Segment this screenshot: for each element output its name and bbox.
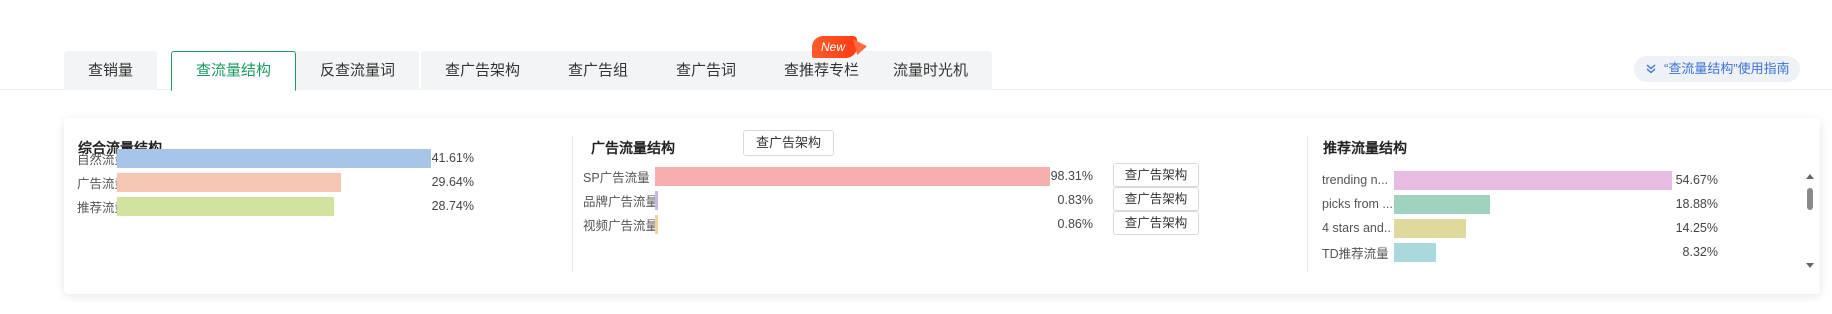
ad-traffic-section: 广告流量结构 查广告架构 SP广告流量 98.31% 查广告架构 品牌广告流量 0.83… bbox=[572, 130, 1307, 272]
recommend-row: picks from ... 18.88% bbox=[1308, 194, 1808, 214]
overall-row-percent: 41.61% bbox=[431, 151, 474, 165]
recommend-bar-track bbox=[1394, 218, 1672, 238]
recommend-list-viewport[interactable]: trending n... 54.67% picks from ... 18.88% 4… bbox=[1308, 164, 1808, 272]
overall-row-percent: 29.64% bbox=[431, 175, 474, 189]
recommend-scrollbar[interactable] bbox=[1806, 174, 1814, 268]
recommend-row: trending n... 54.67% bbox=[1308, 170, 1808, 190]
recommend-row-percent: 54.67% bbox=[1675, 173, 1718, 187]
recommend-row-percent: 14.25% bbox=[1675, 221, 1718, 235]
ads-row-label: 品牌广告流量 bbox=[583, 194, 659, 209]
overall-row: 广告流量 29.64% bbox=[64, 172, 572, 192]
recommend-row: 4 stars and... 14.25% bbox=[1308, 218, 1808, 238]
new-badge-label: New bbox=[821, 40, 846, 54]
recommend-row-label: TD推荐流量 bbox=[1322, 246, 1389, 261]
recommend-bar bbox=[1394, 170, 1672, 190]
overall-bar-track bbox=[117, 148, 431, 168]
ads-bar-track bbox=[655, 190, 1057, 210]
ad-traffic-title: 广告流量结构 bbox=[591, 140, 675, 156]
ads-row: SP广告流量 98.31% 查广告架构 bbox=[583, 163, 1328, 187]
ads-row-percent: 0.83% bbox=[1057, 193, 1093, 207]
tab-ad-structure[interactable]: 查广告架构 bbox=[421, 51, 544, 90]
traffic-structure-panel: 综合流量结构 自然流量41.61%广告流量29.64%推荐流量28.74% 广告… bbox=[64, 118, 1820, 294]
check-ad-structure-row-button[interactable]: 查广告架构 bbox=[1113, 187, 1199, 211]
tab-group-traffic: 查流量结构 反查流量词 bbox=[171, 51, 420, 91]
recommend-bar-track bbox=[1394, 194, 1672, 214]
overall-row-percent: 28.74% bbox=[431, 199, 474, 213]
overall-bar bbox=[117, 196, 334, 216]
overall-traffic-section: 综合流量结构 自然流量41.61%广告流量29.64%推荐流量28.74% bbox=[64, 118, 572, 294]
recommend-row-label: trending n... bbox=[1322, 173, 1389, 187]
recommend-bar bbox=[1394, 218, 1467, 238]
ads-bar-track bbox=[655, 214, 1057, 234]
tab-group-sales: 查销量 bbox=[64, 51, 158, 90]
overall-row: 自然流量 41.61% bbox=[64, 148, 572, 168]
ads-row-label: SP广告流量 bbox=[583, 170, 650, 185]
recommend-row-percent: 8.32% bbox=[1682, 245, 1718, 259]
scroll-down-arrow-icon[interactable] bbox=[1806, 263, 1814, 268]
ads-bar bbox=[655, 214, 659, 234]
recommend-row-label: 4 stars and... bbox=[1322, 221, 1392, 235]
check-ad-structure-row-button[interactable]: 查广告架构 bbox=[1113, 211, 1199, 235]
scroll-up-arrow-icon[interactable] bbox=[1806, 174, 1814, 179]
ads-bar-track bbox=[655, 166, 1057, 186]
tab-check-sales[interactable]: 查销量 bbox=[64, 51, 157, 90]
tab-traffic-structure[interactable]: 查流量结构 bbox=[171, 51, 297, 91]
recommend-row-label: picks from ... bbox=[1322, 197, 1392, 211]
tab-ad-words[interactable]: 查广告词 bbox=[652, 51, 760, 90]
usage-guide-link[interactable]: “查流量结构”使用指南 bbox=[1634, 56, 1800, 82]
overall-row: 推荐流量 28.74% bbox=[64, 196, 572, 216]
overall-bar bbox=[117, 148, 431, 168]
ads-row-label: 视频广告流量 bbox=[583, 218, 659, 233]
recommend-bar-track bbox=[1394, 242, 1672, 262]
recommend-bar-track bbox=[1394, 170, 1672, 190]
ads-row-percent: 98.31% bbox=[1050, 169, 1093, 183]
recommend-traffic-title: 推荐流量结构 bbox=[1323, 140, 1407, 156]
ads-row: 品牌广告流量 0.83% 查广告架构 bbox=[583, 187, 1328, 211]
recommend-traffic-section: 推荐流量结构 trending n... 54.67% picks from ...… bbox=[1307, 136, 1820, 272]
overall-bar bbox=[117, 172, 341, 192]
tab-traffic-time-machine[interactable]: 流量时光机 bbox=[869, 51, 992, 90]
recommend-row: TD推荐流量 8.32% bbox=[1308, 242, 1808, 262]
ads-bar bbox=[655, 190, 659, 210]
check-ad-structure-row-button[interactable]: 查广告架构 bbox=[1113, 163, 1199, 187]
usage-guide-label: “查流量结构”使用指南 bbox=[1664, 61, 1790, 76]
tab-reverse-traffic-words[interactable]: 反查流量词 bbox=[296, 51, 419, 90]
ads-row: 视频广告流量 0.86% 查广告架构 bbox=[583, 211, 1328, 235]
check-ad-structure-button[interactable]: 查广告架构 bbox=[743, 130, 835, 156]
recommend-bar bbox=[1394, 242, 1437, 262]
tab-group-time-machine: 流量时光机 bbox=[869, 51, 993, 90]
recommend-row-percent: 18.88% bbox=[1675, 197, 1718, 211]
scroll-thumb[interactable] bbox=[1807, 188, 1813, 210]
overall-bar-track bbox=[117, 172, 431, 192]
tab-ad-group[interactable]: 查广告组 bbox=[544, 51, 652, 90]
tab-bar: 查销量 查流量结构 反查流量词 查广告架构 查广告组 查广告词 查推荐专栏 流量… bbox=[0, 0, 1832, 91]
ads-row-percent: 0.86% bbox=[1057, 217, 1093, 231]
ads-bar bbox=[655, 166, 1051, 186]
overall-bar-track bbox=[117, 196, 431, 216]
double-chevron-down-icon bbox=[1646, 64, 1656, 74]
new-badge: New bbox=[812, 36, 868, 58]
recommend-bar bbox=[1394, 194, 1490, 214]
